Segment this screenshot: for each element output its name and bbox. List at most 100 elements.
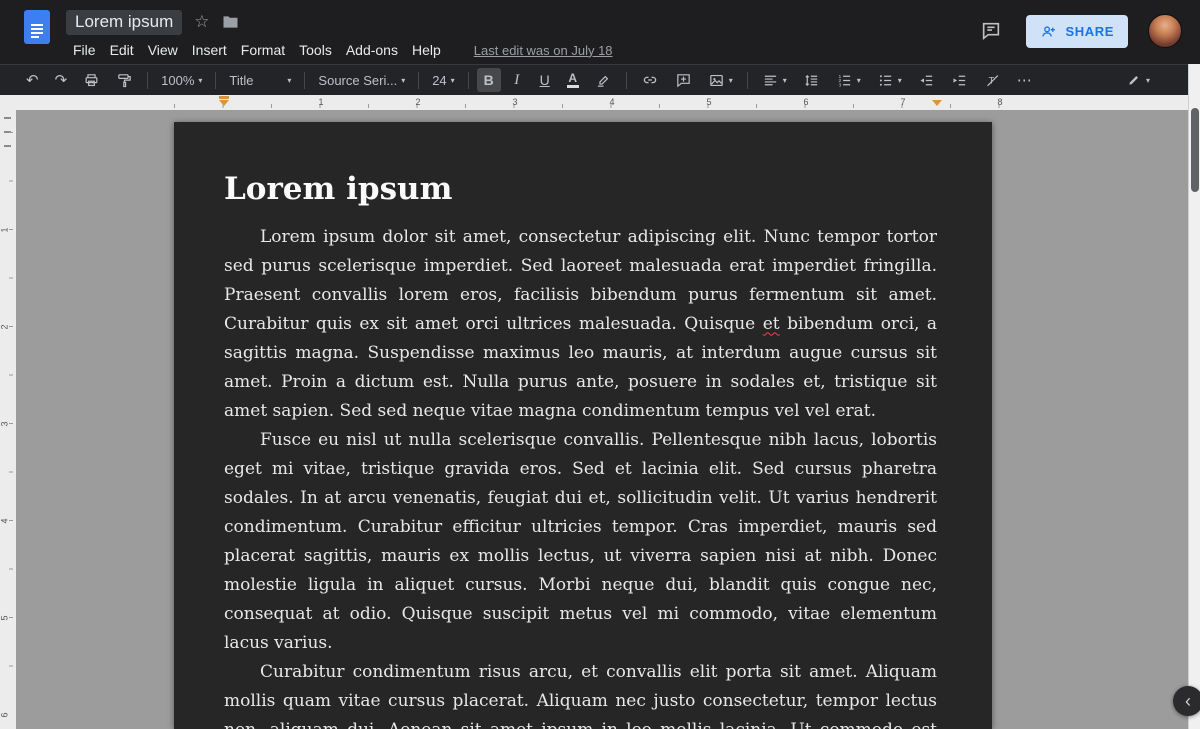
menu-edit[interactable]: Edit xyxy=(103,39,141,61)
doc-title-input[interactable]: Lorem ipsum xyxy=(66,10,182,35)
numbered-list-icon: 1 2 3 xyxy=(836,72,853,89)
star-icon[interactable]: ☆ xyxy=(194,12,209,32)
ruler-number: 6 xyxy=(803,97,808,107)
comment-icon xyxy=(980,20,1002,42)
italic-button[interactable]: I xyxy=(505,68,529,92)
pencil-icon xyxy=(1126,72,1142,88)
menu-insert[interactable]: Insert xyxy=(185,39,234,61)
ruler-number: 7 xyxy=(900,97,905,107)
ruler-number: 6 xyxy=(0,712,10,717)
doc-body[interactable]: Lorem ipsum dolor sit amet, consectetur … xyxy=(224,223,937,729)
toolbar-separator xyxy=(147,72,148,89)
editing-mode-button[interactable]: ▾ xyxy=(1120,68,1156,92)
ruler-number: 2 xyxy=(415,97,420,107)
paint-roller-icon xyxy=(116,72,133,89)
paragraph[interactable]: Curabitur condimentum risus arcu, et con… xyxy=(224,658,937,729)
insert-link-button[interactable] xyxy=(635,68,665,92)
paragraph[interactable]: Lorem ipsum dolor sit amet, consectetur … xyxy=(224,223,937,426)
increase-indent-button[interactable] xyxy=(945,68,974,92)
zoom-select[interactable]: 100% ▾ xyxy=(156,68,207,92)
redo-button[interactable]: ↷ xyxy=(49,68,74,92)
right-indent-marker[interactable] xyxy=(932,100,942,106)
ruler-number: 3 xyxy=(512,97,517,107)
toolbar-separator xyxy=(747,72,748,89)
first-line-indent-marker[interactable] xyxy=(219,96,229,99)
menu-help[interactable]: Help xyxy=(405,39,448,61)
misspelled-word[interactable]: et xyxy=(763,314,780,334)
svg-text:3: 3 xyxy=(838,82,841,88)
header-main: Lorem ipsum ☆ File Edit View Insert Form… xyxy=(66,8,976,61)
ruler-number: 4 xyxy=(0,518,10,523)
bold-button[interactable]: B xyxy=(477,68,501,92)
menu-format[interactable]: Format xyxy=(234,39,292,61)
app-header: Lorem ipsum ☆ File Edit View Insert Form… xyxy=(0,0,1200,64)
paragraph[interactable]: Fusce eu nisl ut nulla scelerisque conva… xyxy=(224,426,937,658)
title-row: Lorem ipsum ☆ xyxy=(66,8,976,36)
ruler-number: 5 xyxy=(706,97,711,107)
print-button[interactable] xyxy=(77,68,106,92)
font-select[interactable]: Source Seri... ▾ xyxy=(313,68,410,92)
open-comments-button[interactable] xyxy=(976,16,1006,46)
docs-logo-icon[interactable] xyxy=(24,10,50,44)
move-folder-icon[interactable] xyxy=(222,15,239,29)
menu-tools[interactable]: Tools xyxy=(292,39,339,61)
numbered-list-button[interactable]: 1 2 3 ▾ xyxy=(830,68,867,92)
collapse-side-panel-button[interactable]: ‹ xyxy=(1173,686,1200,716)
line-spacing-button[interactable] xyxy=(797,68,826,92)
menu-file[interactable]: File xyxy=(66,39,103,61)
document-page[interactable]: Lorem ipsum Lorem ipsum dolor sit amet, … xyxy=(174,122,992,729)
ruler-ticks xyxy=(9,132,13,712)
toolbar: ↶ ↷ 100% ▾ Title ▾ xyxy=(0,64,1200,95)
horizontal-ruler[interactable]: 1 2 3 4 5 6 7 8 xyxy=(0,95,1188,110)
clear-formatting-icon: T xyxy=(984,72,1001,89)
font-size-select[interactable]: 24 ▾ xyxy=(427,68,459,92)
align-button[interactable]: ▾ xyxy=(756,68,793,92)
menu-view[interactable]: View xyxy=(141,39,185,61)
chevron-down-icon: ▾ xyxy=(1146,76,1150,85)
highlighter-icon xyxy=(595,72,612,89)
vertical-ruler[interactable]: 1 2 3 4 5 6 xyxy=(0,110,16,729)
scrollbar-thumb[interactable] xyxy=(1191,108,1199,192)
ruler-number: 3 xyxy=(0,421,10,426)
menu-addons[interactable]: Add-ons xyxy=(339,39,405,61)
left-indent-marker[interactable] xyxy=(219,96,229,106)
ruler-number: 1 xyxy=(0,227,10,232)
more-toolbar-button[interactable]: ⋯ xyxy=(1011,68,1038,92)
underline-button[interactable]: U xyxy=(533,68,557,92)
highlight-color-button[interactable] xyxy=(589,68,618,92)
print-icon xyxy=(83,72,100,89)
chevron-down-icon: ▾ xyxy=(401,76,405,85)
undo-button[interactable]: ↶ xyxy=(20,68,45,92)
chevron-down-icon: ▾ xyxy=(198,76,202,85)
styles-select[interactable]: Title ▾ xyxy=(224,68,296,92)
chevron-down-icon: ▾ xyxy=(857,76,861,85)
image-icon xyxy=(708,72,725,89)
text-color-button[interactable]: A xyxy=(561,68,585,92)
line-spacing-icon xyxy=(803,72,820,89)
toolbar-separator xyxy=(304,72,305,89)
align-left-icon xyxy=(762,72,779,89)
decrease-indent-button[interactable] xyxy=(912,68,941,92)
paint-format-button[interactable] xyxy=(110,68,139,92)
ruler-number: 8 xyxy=(997,97,1002,107)
font-size-value: 24 xyxy=(432,73,446,88)
clear-formatting-button[interactable]: T xyxy=(978,68,1007,92)
chevron-down-icon: ▾ xyxy=(287,76,291,85)
avatar[interactable] xyxy=(1148,14,1182,48)
toolbar-separator xyxy=(418,72,419,89)
chevron-down-icon: ▾ xyxy=(451,76,455,85)
google-docs-app: Lorem ipsum ☆ File Edit View Insert Form… xyxy=(0,0,1200,729)
last-edit-link[interactable]: Last edit was on July 18 xyxy=(474,43,613,58)
zoom-value: 100% xyxy=(161,73,194,88)
insert-image-button[interactable]: ▾ xyxy=(702,68,739,92)
doc-heading[interactable]: Lorem ipsum xyxy=(224,172,937,208)
chevron-down-icon: ▾ xyxy=(783,76,787,85)
bulleted-list-button[interactable]: ▾ xyxy=(871,68,908,92)
outdent-icon xyxy=(918,72,935,89)
share-button[interactable]: SHARE xyxy=(1026,15,1128,48)
link-icon xyxy=(641,71,659,89)
ruler-number: 1 xyxy=(318,97,323,107)
insert-comment-button[interactable] xyxy=(669,68,698,92)
bulleted-list-icon xyxy=(877,72,894,89)
vertical-scrollbar[interactable] xyxy=(1188,64,1200,729)
